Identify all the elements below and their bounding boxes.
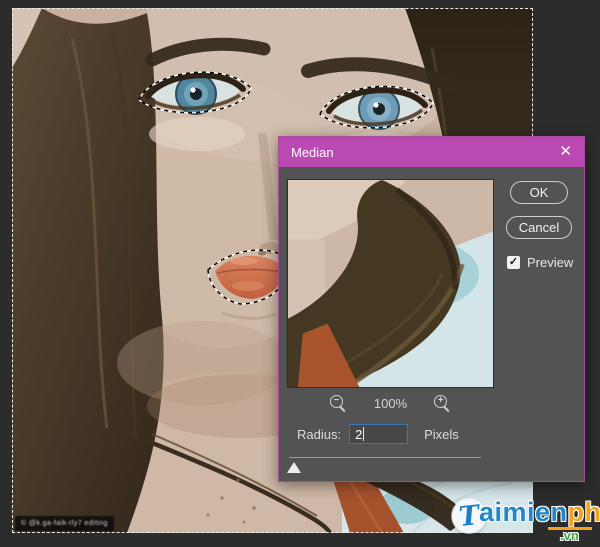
units-label: Pixels [424, 426, 459, 442]
zoom-level: 100% [373, 395, 408, 411]
check-icon: ✓ [508, 256, 519, 268]
radius-label: Radius: [297, 426, 342, 442]
taimienphi-logo: T aimienphi .vn [448, 494, 600, 546]
slider-track[interactable] [289, 457, 481, 458]
filter-preview[interactable] [287, 179, 494, 388]
dialog-body: − 100% + Radius: Pixels [279, 167, 584, 483]
preview-checkbox[interactable]: ✓ [507, 256, 520, 269]
preview-label: Preview [527, 255, 574, 270]
radius-input[interactable] [349, 424, 409, 444]
median-dialog: Median ✕ − 100% + Radius: 2 Pixels OK Ca… [278, 136, 585, 482]
dialog-titlebar[interactable]: Median ✕ [279, 137, 584, 167]
preview-toggle[interactable]: ✓ Preview [507, 255, 573, 270]
cancel-button[interactable]: Cancel [506, 216, 572, 239]
logo-domain-suffix: .vn [560, 528, 579, 543]
text-cursor [363, 427, 365, 441]
dialog-title: Median [291, 144, 334, 160]
preview-zoom-controls: − 100% + [287, 394, 494, 412]
radius-slider[interactable] [287, 455, 485, 479]
preview-thumbnail [288, 180, 493, 387]
close-icon[interactable]: ✕ [547, 137, 584, 167]
zoom-out-icon[interactable]: − [329, 394, 347, 412]
photo-credit-watermark: © @k.ga-faik-rly7 editing [15, 516, 114, 531]
taimienphi-wordmark: aimienphi [479, 497, 600, 527]
zoom-in-icon[interactable]: + [434, 394, 451, 412]
radius-row: Radius: Pixels [297, 423, 459, 445]
slider-thumb[interactable] [287, 462, 301, 473]
ok-button[interactable]: OK [510, 181, 568, 204]
